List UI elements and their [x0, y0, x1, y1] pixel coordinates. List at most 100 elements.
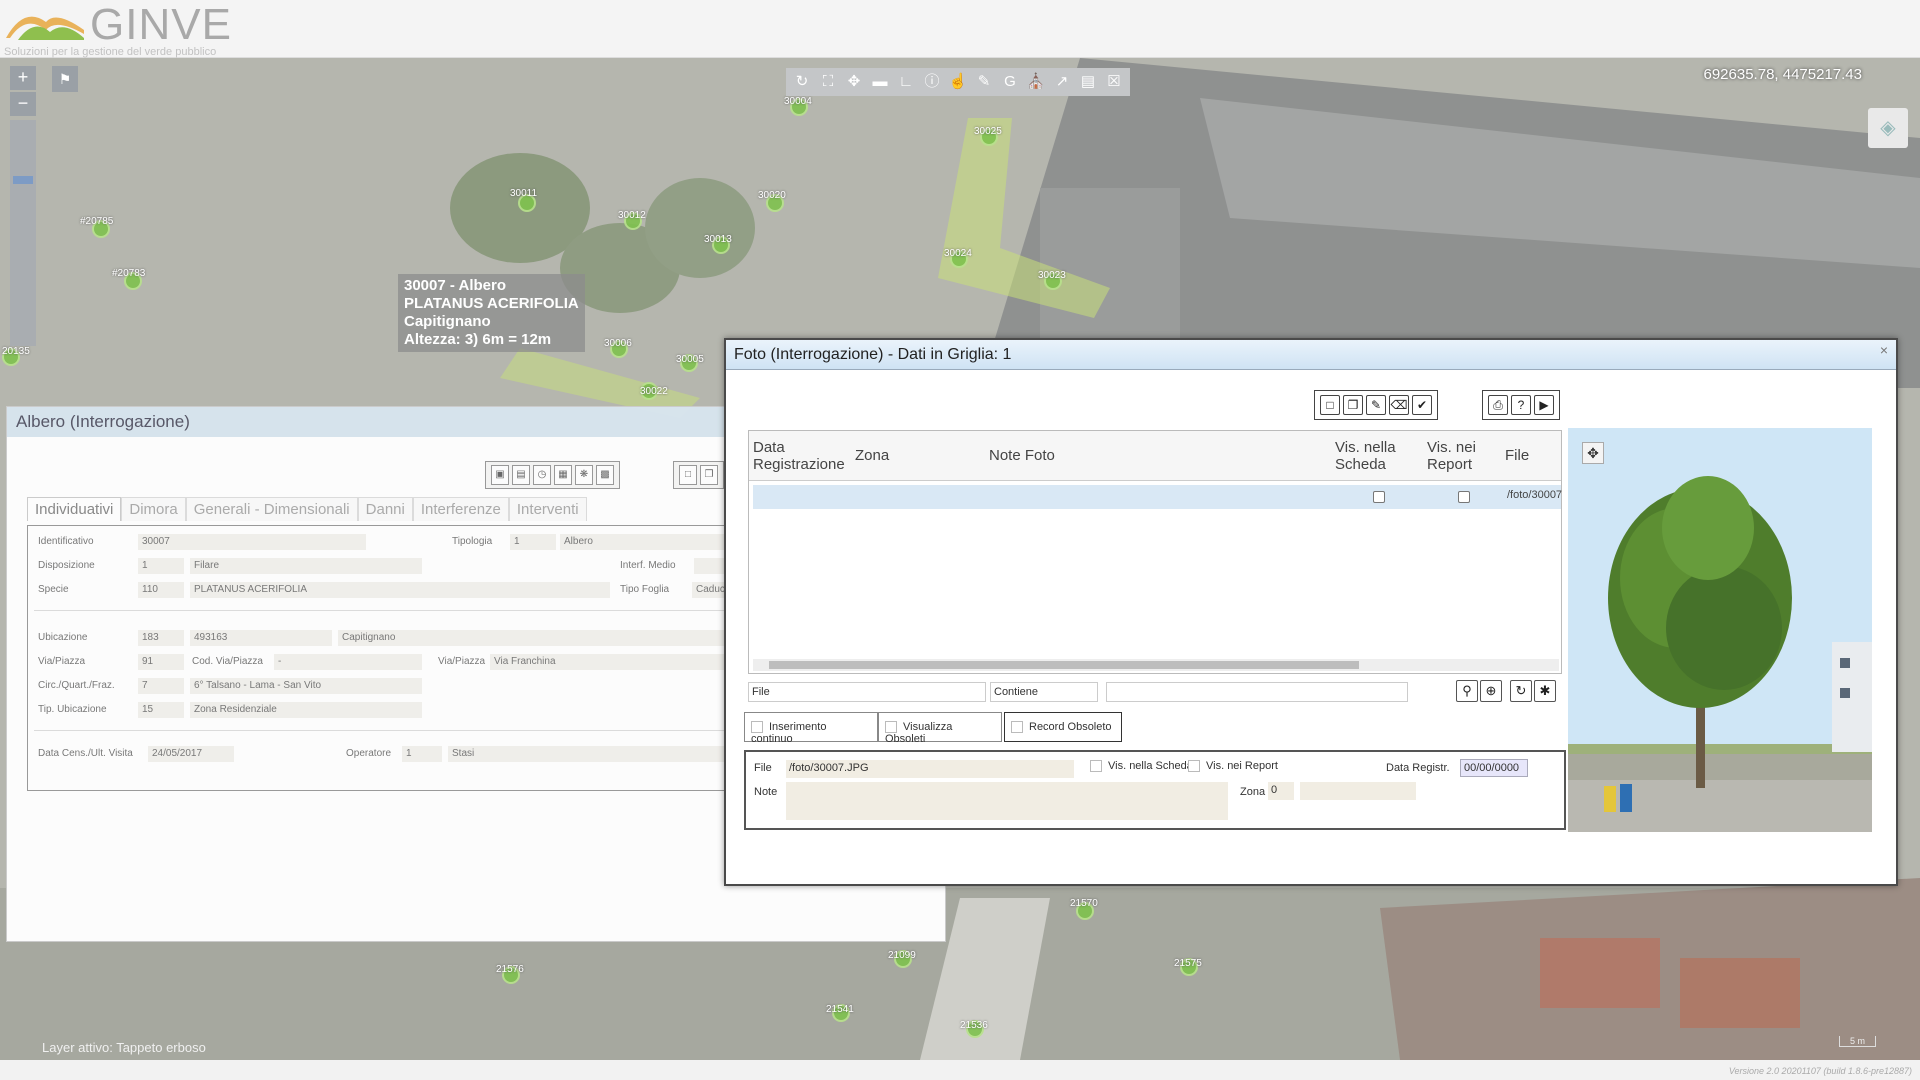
circ-code-field[interactable]: 7	[138, 678, 184, 694]
close-icon[interactable]: ×	[1880, 342, 1888, 358]
tab-individuativi[interactable]: Individuativi	[27, 497, 122, 521]
disposizione-code-field[interactable]: 1	[138, 558, 184, 574]
tab-dimora[interactable]: Dimora	[121, 497, 186, 521]
vis-report-option[interactable]: Vis. nei Report	[1188, 760, 1278, 773]
measure-area-icon[interactable]: ∟	[894, 70, 918, 94]
clock-icon[interactable]: ◷	[533, 465, 551, 485]
filter-field-select[interactable]: File	[748, 682, 986, 702]
checkbox[interactable]	[1188, 760, 1200, 773]
zona-code-field[interactable]: 0	[1268, 782, 1294, 800]
info-icon[interactable]: ⓘ	[920, 70, 944, 94]
new-record-icon[interactable]: □	[1320, 395, 1340, 415]
zoom-search-icon[interactable]: ⊕	[1480, 680, 1502, 702]
photo-icon[interactable]: ▣	[491, 465, 509, 485]
new-record-icon[interactable]: □	[679, 465, 697, 485]
zona-field[interactable]	[1300, 782, 1416, 800]
zoom-in-button[interactable]: +	[10, 66, 36, 90]
export-icon[interactable]: ↗	[1050, 70, 1074, 94]
via-code-field[interactable]: 91	[138, 654, 184, 670]
tab-danni[interactable]: Danni	[357, 497, 413, 521]
operatore-field[interactable]: Stasi	[448, 746, 740, 762]
edit-icon[interactable]: ✎	[1366, 395, 1386, 415]
specie-field[interactable]: PLATANUS ACERIFOLIA	[190, 582, 610, 598]
col-data-registrazione[interactable]: Data Registrazione	[753, 439, 845, 473]
via-field[interactable]: Via Franchina	[490, 654, 740, 670]
checkbox[interactable]	[885, 721, 897, 734]
tipologia-field[interactable]: Albero	[560, 534, 740, 550]
ubicazione-number-field[interactable]: 493163	[190, 630, 332, 646]
search-icon[interactable]: ⚲	[1456, 680, 1478, 702]
identificativo-field[interactable]: 30007	[138, 534, 366, 550]
col-zona[interactable]: Zona	[855, 447, 889, 464]
col-vis-report[interactable]: Vis. nei Report	[1427, 439, 1491, 473]
ubicazione-code-field[interactable]: 183	[138, 630, 184, 646]
copy-record-icon[interactable]: ❐	[700, 465, 718, 485]
reset-filter-icon[interactable]: ✱	[1534, 680, 1556, 702]
horizontal-scrollbar[interactable]	[753, 659, 1559, 671]
ubicazione-field[interactable]: Capitignano	[338, 630, 740, 646]
table-icon[interactable]: ▩	[596, 465, 614, 485]
zoom-control: + −	[10, 66, 38, 346]
inserimento-continuo-option[interactable]: Inserimento continuo	[744, 712, 878, 745]
refresh-icon[interactable]: ↻	[790, 70, 814, 94]
disposizione-field[interactable]: Filare	[190, 558, 422, 574]
checkbox[interactable]	[1090, 760, 1102, 773]
filter-value-input[interactable]	[1106, 682, 1408, 702]
fullscreen-icon[interactable]: ⛶	[816, 70, 840, 94]
operatore-code-field[interactable]: 1	[402, 746, 442, 762]
col-vis-scheda[interactable]: Vis. nella Scheda	[1335, 439, 1415, 473]
copy-record-icon[interactable]: ❐	[1343, 395, 1363, 415]
pdf-icon[interactable]: ▤	[1076, 70, 1100, 94]
select-hand-icon[interactable]: ☝	[946, 70, 970, 94]
building-icon[interactable]: ⛪	[1024, 70, 1048, 94]
trash-icon[interactable]: ⌫	[1389, 395, 1409, 415]
print-icon[interactable]: ⎙	[1488, 395, 1508, 415]
tab-interferenze[interactable]: Interferenze	[412, 497, 509, 521]
checkbox[interactable]	[751, 721, 763, 734]
col-note-foto[interactable]: Note Foto	[989, 447, 1055, 464]
bug-icon[interactable]: ❋	[575, 465, 593, 485]
refresh-icon[interactable]: ↻	[1510, 680, 1532, 702]
tip-ubic-field[interactable]: Zona Residenziale	[190, 702, 422, 718]
tab-generali-dimensionali[interactable]: Generali - Dimensionali	[185, 497, 358, 521]
tipologia-code-field[interactable]: 1	[510, 534, 556, 550]
cod-via-field[interactable]: -	[274, 654, 422, 670]
bookmark-button[interactable]: ⚑	[52, 66, 78, 92]
document-icon[interactable]: ▤	[512, 465, 530, 485]
measure-line-icon[interactable]: ▬	[868, 70, 892, 94]
brand-tagline: Soluzioni per la gestione del verde pubb…	[4, 46, 217, 58]
checkbox[interactable]	[1011, 721, 1023, 734]
circ-field[interactable]: 6° Talsano - Lama - San Vito	[190, 678, 422, 694]
pan-icon[interactable]: ✥	[842, 70, 866, 94]
zoom-slider[interactable]	[10, 120, 36, 346]
data-censimento-field[interactable]: 24/05/2017	[148, 746, 234, 762]
visualizza-obsoleti-option[interactable]: Visualizza Obsoleti	[878, 712, 1002, 745]
note-textarea[interactable]	[786, 782, 1228, 820]
close-tool-icon[interactable]: ☒	[1102, 70, 1126, 94]
record-obsoleto-option[interactable]: Record Obsoleto	[1004, 712, 1122, 742]
table-row[interactable]: /foto/30007	[753, 485, 1562, 509]
vis-report-checkbox[interactable]	[1458, 491, 1470, 503]
specie-code-field[interactable]: 110	[138, 582, 184, 598]
google-icon[interactable]: G	[998, 70, 1022, 94]
image-icon[interactable]: ▦	[554, 465, 572, 485]
data-registr-field[interactable]: 00/00/0000	[1460, 759, 1528, 777]
confirm-icon[interactable]: ✔	[1412, 395, 1432, 415]
scrollbar-thumb[interactable]	[769, 661, 1359, 669]
marker-label: 30012	[618, 210, 646, 221]
layers-icon[interactable]: ◈	[1868, 108, 1908, 148]
zoom-slider-knob[interactable]	[13, 176, 33, 184]
tipologia-label: Tipologia	[452, 536, 493, 547]
edit-icon[interactable]: ✎	[972, 70, 996, 94]
filter-operator-select[interactable]: Contiene	[990, 682, 1098, 702]
pan-icon[interactable]: ✥	[1582, 442, 1604, 464]
vis-scheda-option[interactable]: Vis. nella Scheda	[1090, 760, 1193, 773]
file-field[interactable]: /foto/30007.JPG	[786, 760, 1074, 778]
tip-ubic-code-field[interactable]: 15	[138, 702, 184, 718]
vis-scheda-checkbox[interactable]	[1373, 491, 1385, 503]
help-icon[interactable]: ?	[1511, 395, 1531, 415]
col-file[interactable]: File	[1505, 447, 1529, 464]
tab-interventi[interactable]: Interventi	[508, 497, 587, 521]
exit-icon[interactable]: ▶	[1534, 395, 1554, 415]
zoom-out-button[interactable]: −	[10, 92, 36, 116]
